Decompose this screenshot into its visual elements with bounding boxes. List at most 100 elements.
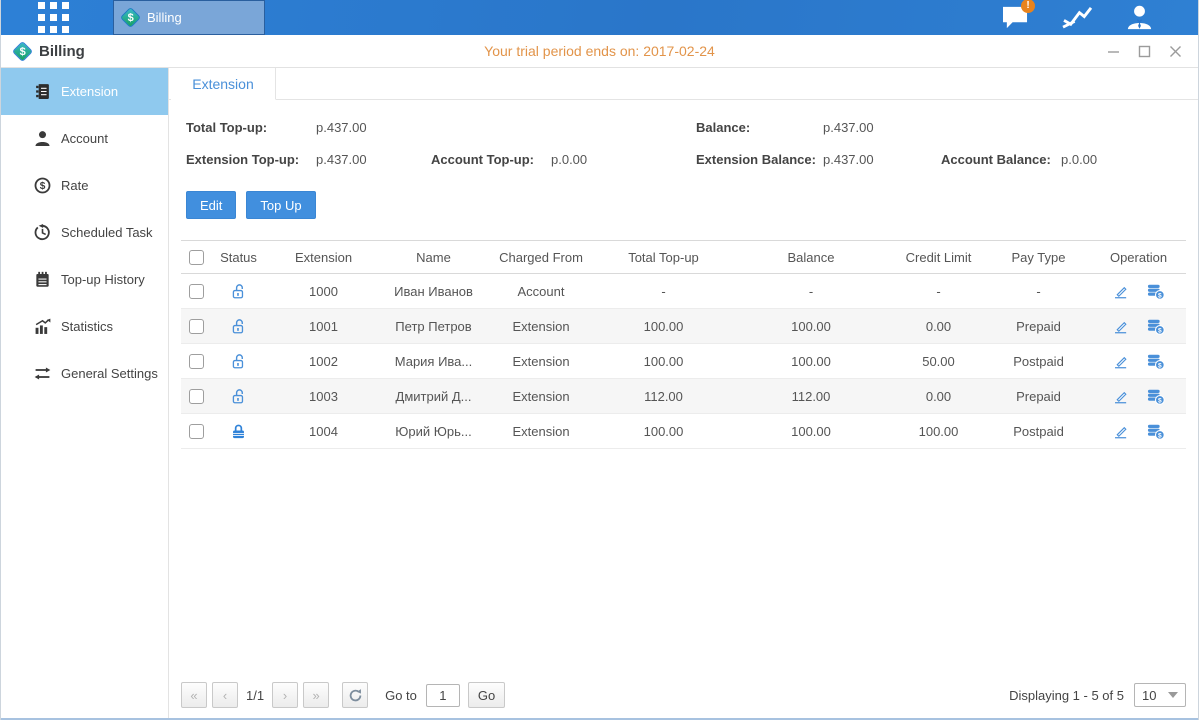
notifications-button[interactable]: ! — [998, 3, 1032, 33]
sidebar-item-extension[interactable]: Extension — [1, 68, 168, 115]
cell-charged-from: Extension — [486, 414, 596, 449]
total-topup-label: Total Top-up: — [186, 120, 316, 135]
goto-page-input[interactable] — [426, 684, 460, 707]
line-chart-icon — [1061, 4, 1094, 31]
sidebar-item-label: Statistics — [61, 319, 113, 334]
trial-period-message: Your trial period ends on: 2017-02-24 — [1, 43, 1198, 59]
select-all-checkbox[interactable] — [189, 250, 204, 265]
account-balance-value: p.0.00 — [1061, 152, 1097, 167]
cell-balance: 100.00 — [731, 309, 891, 344]
cell-total-topup: 100.00 — [596, 309, 731, 344]
sidebar-item-rate[interactable]: $ Rate — [1, 162, 168, 209]
edit-button[interactable]: Edit — [186, 191, 236, 219]
pencil-icon — [1112, 353, 1129, 370]
resource-monitor-button[interactable] — [1060, 3, 1094, 33]
table-header-row: Status Extension Name Charged From Total… — [181, 241, 1186, 274]
first-page-button[interactable]: « — [181, 682, 207, 708]
sidebar-item-scheduled-task[interactable]: Scheduled Task — [1, 209, 168, 256]
scheduled-task-clock-icon — [34, 224, 51, 241]
cell-balance: - — [731, 274, 891, 309]
col-pay-type: Pay Type — [986, 241, 1091, 274]
billing-app-window: Billing ! — [0, 0, 1199, 720]
lock-closed-icon — [230, 422, 247, 437]
topup-history-notepad-icon — [34, 271, 51, 288]
page-indicator: 1/1 — [246, 688, 264, 703]
row-checkbox[interactable] — [189, 319, 204, 334]
top-up-row-button[interactable]: $ — [1146, 353, 1165, 370]
window-controls — [1106, 44, 1198, 58]
statistics-chart-icon — [34, 318, 51, 335]
minimize-icon — [1107, 45, 1120, 58]
coins-dollar-icon: $ — [1146, 423, 1165, 440]
balance-value: p.437.00 — [823, 120, 874, 135]
edit-row-button[interactable] — [1112, 283, 1129, 300]
user-account-button[interactable] — [1122, 3, 1156, 33]
last-page-button[interactable]: » — [303, 682, 329, 708]
row-checkbox[interactable] — [189, 284, 204, 299]
col-name: Name — [381, 241, 486, 274]
cell-balance: 100.00 — [731, 344, 891, 379]
sidebar-item-statistics[interactable]: Statistics — [1, 303, 168, 350]
close-button[interactable] — [1168, 44, 1182, 58]
table-row[interactable]: 1004 Юрий Юрь... Extension 100.00 100.00… — [181, 414, 1186, 449]
extension-balance-label: Extension Balance: — [696, 152, 823, 167]
sidebar: Extension Account $ Rate — [1, 68, 169, 720]
close-icon — [1169, 45, 1182, 58]
general-settings-arrows-icon — [34, 365, 51, 382]
table-row[interactable]: 1000 Иван Иванов Account - - - - $ — [181, 274, 1186, 309]
cell-extension: 1001 — [266, 309, 381, 344]
lock-open-icon — [230, 352, 247, 367]
col-charged-from: Charged From — [486, 241, 596, 274]
top-up-row-button[interactable]: $ — [1146, 283, 1165, 300]
displaying-text: Displaying 1 - 5 of 5 — [1009, 688, 1124, 703]
top-up-button[interactable]: Top Up — [246, 191, 315, 219]
table-row[interactable]: 1002 Мария Ива... Extension 100.00 100.0… — [181, 344, 1186, 379]
row-checkbox[interactable] — [189, 389, 204, 404]
cell-charged-from: Extension — [486, 309, 596, 344]
edit-row-button[interactable] — [1112, 353, 1129, 370]
edit-row-button[interactable] — [1112, 423, 1129, 440]
cell-total-topup: 100.00 — [596, 414, 731, 449]
maximize-button[interactable] — [1137, 44, 1151, 58]
cell-name: Петр Петров — [381, 309, 486, 344]
refresh-button[interactable] — [342, 682, 368, 708]
next-page-button[interactable]: › — [272, 682, 298, 708]
page-size-select[interactable]: 10 — [1134, 683, 1186, 707]
lock-open-icon — [230, 317, 247, 332]
go-button[interactable]: Go — [468, 682, 505, 708]
cell-pay-type: Prepaid — [986, 379, 1091, 414]
extension-balance-value: p.437.00 — [823, 152, 941, 167]
col-total-topup: Total Top-up — [596, 241, 731, 274]
sidebar-item-account[interactable]: Account — [1, 115, 168, 162]
taskbar-tab-billing[interactable]: Billing — [113, 0, 265, 35]
cell-total-topup: 100.00 — [596, 344, 731, 379]
sidebar-item-general-settings[interactable]: General Settings — [1, 350, 168, 397]
edit-row-button[interactable] — [1112, 318, 1129, 335]
minimize-button[interactable] — [1106, 44, 1120, 58]
sidebar-item-topup-history[interactable]: Top-up History — [1, 256, 168, 303]
edit-row-button[interactable] — [1112, 388, 1129, 405]
cell-balance: 100.00 — [731, 414, 891, 449]
prev-page-button[interactable]: ‹ — [212, 682, 238, 708]
extension-table-body: 1000 Иван Иванов Account - - - - $ — [181, 274, 1186, 449]
svg-text:$: $ — [1158, 327, 1162, 334]
svg-text:$: $ — [40, 181, 46, 192]
col-extension: Extension — [266, 241, 381, 274]
table-row[interactable]: 1001 Петр Петров Extension 100.00 100.00… — [181, 309, 1186, 344]
top-up-row-button[interactable]: $ — [1146, 318, 1165, 335]
col-balance: Balance — [731, 241, 891, 274]
top-up-row-button[interactable]: $ — [1146, 388, 1165, 405]
apps-menu-button[interactable] — [35, 0, 71, 35]
col-operation: Operation — [1091, 241, 1186, 274]
extension-table-wrap: Status Extension Name Charged From Total… — [181, 240, 1186, 449]
window-title-group: Billing — [1, 43, 85, 60]
tab-extension[interactable]: Extension — [171, 68, 276, 100]
top-up-row-button[interactable]: $ — [1146, 423, 1165, 440]
cell-credit-limit: 100.00 — [891, 414, 986, 449]
cell-credit-limit: 0.00 — [891, 309, 986, 344]
table-row[interactable]: 1003 Дмитрий Д... Extension 112.00 112.0… — [181, 379, 1186, 414]
row-checkbox[interactable] — [189, 424, 204, 439]
cell-name: Иван Иванов — [381, 274, 486, 309]
cell-pay-type: - — [986, 274, 1091, 309]
row-checkbox[interactable] — [189, 354, 204, 369]
